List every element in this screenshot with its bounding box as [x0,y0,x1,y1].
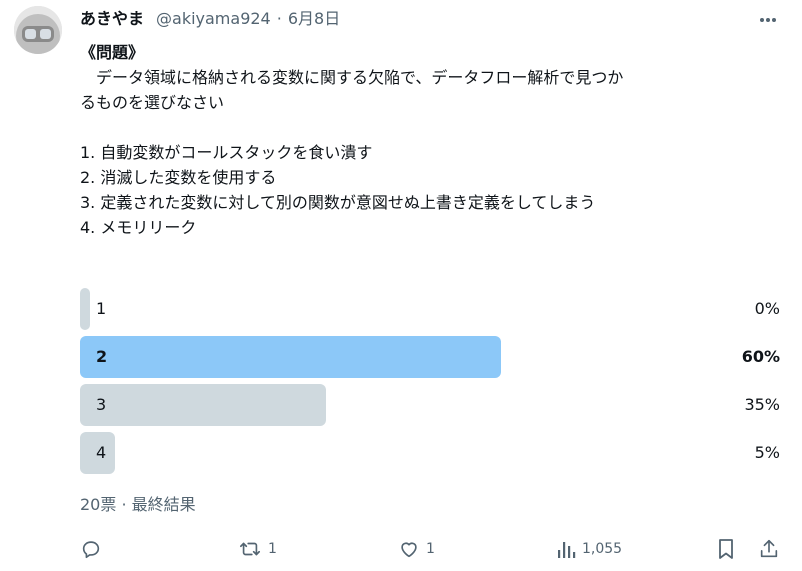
repost-count: 1 [268,541,277,557]
post-text: 《問題》 データ領域に格納される変数に関する欠陥で、データフロー解析で見つか る… [80,40,785,240]
poll-option-percent: 35% [744,395,780,414]
author-handle[interactable]: @akiyama924 [156,8,271,30]
share-icon [758,538,780,560]
poll-option-percent: 60% [741,347,780,366]
poll-option-label: 2 [96,347,108,366]
action-bar: 1 1 1,055 [80,536,782,562]
poll-option-3[interactable]: 3 35% [80,384,782,426]
choice-3: 3. 定義された変数に対して別の関数が意図せぬ上書き定義をしてしまう [80,193,596,212]
choice-2: 2. 消滅した変数を使用する [80,168,277,187]
poll-option-label: 1 [96,299,107,318]
poll-bar-1 [80,288,90,330]
like-icon [398,538,420,560]
repost-icon [238,538,262,560]
poll-option-1[interactable]: 1 0% [80,288,782,330]
poll-status: 最終結果 [131,495,196,514]
poll-bar-3 [80,384,326,426]
post-header: あきやま 󠄀 @akiyama924 · 6月8日 [80,8,340,30]
poll-option-percent: 5% [754,443,780,462]
bookmark-button[interactable] [716,536,736,562]
like-button[interactable]: 1 [398,536,435,562]
choice-4: 4. メモリリーク [80,218,197,237]
poll-option-4[interactable]: 4 5% [80,432,782,474]
share-button[interactable] [758,536,780,562]
question-line-2: るものを選びなさい [80,93,225,112]
poll-votes: 20票 [80,495,117,514]
poll-meta-separator: · [121,495,127,514]
more-icon[interactable] [756,8,780,32]
post-date[interactable]: 6月8日 [288,8,340,30]
like-count: 1 [426,541,435,557]
views-count: 1,055 [582,541,623,557]
poll-option-label: 4 [96,443,107,462]
avatar[interactable] [14,6,62,54]
poll-option-percent: 0% [754,299,780,318]
poll: 1 0% 2 60% 3 35% 4 5% [80,288,782,480]
header-separator: · [276,9,282,28]
poll-bar-2 [80,336,501,378]
repost-button[interactable]: 1 [238,536,277,562]
views-icon [556,538,576,560]
views-button[interactable]: 1,055 [556,536,622,562]
poll-meta: 20票 · 最終結果 [80,494,196,516]
reply-button[interactable] [80,536,108,562]
poll-option-label: 3 [96,395,107,414]
bookmark-icon [716,538,736,560]
post-title: 《問題》 [80,43,145,62]
author-name[interactable]: あきやま [80,8,144,30]
reply-icon [80,538,102,560]
choice-1: 1. 自動変数がコールスタックを食い潰す [80,143,373,162]
question-line-1: データ領域に格納される変数に関する欠陥で、データフロー解析で見つか [80,68,624,87]
poll-option-2[interactable]: 2 60% [80,336,782,378]
